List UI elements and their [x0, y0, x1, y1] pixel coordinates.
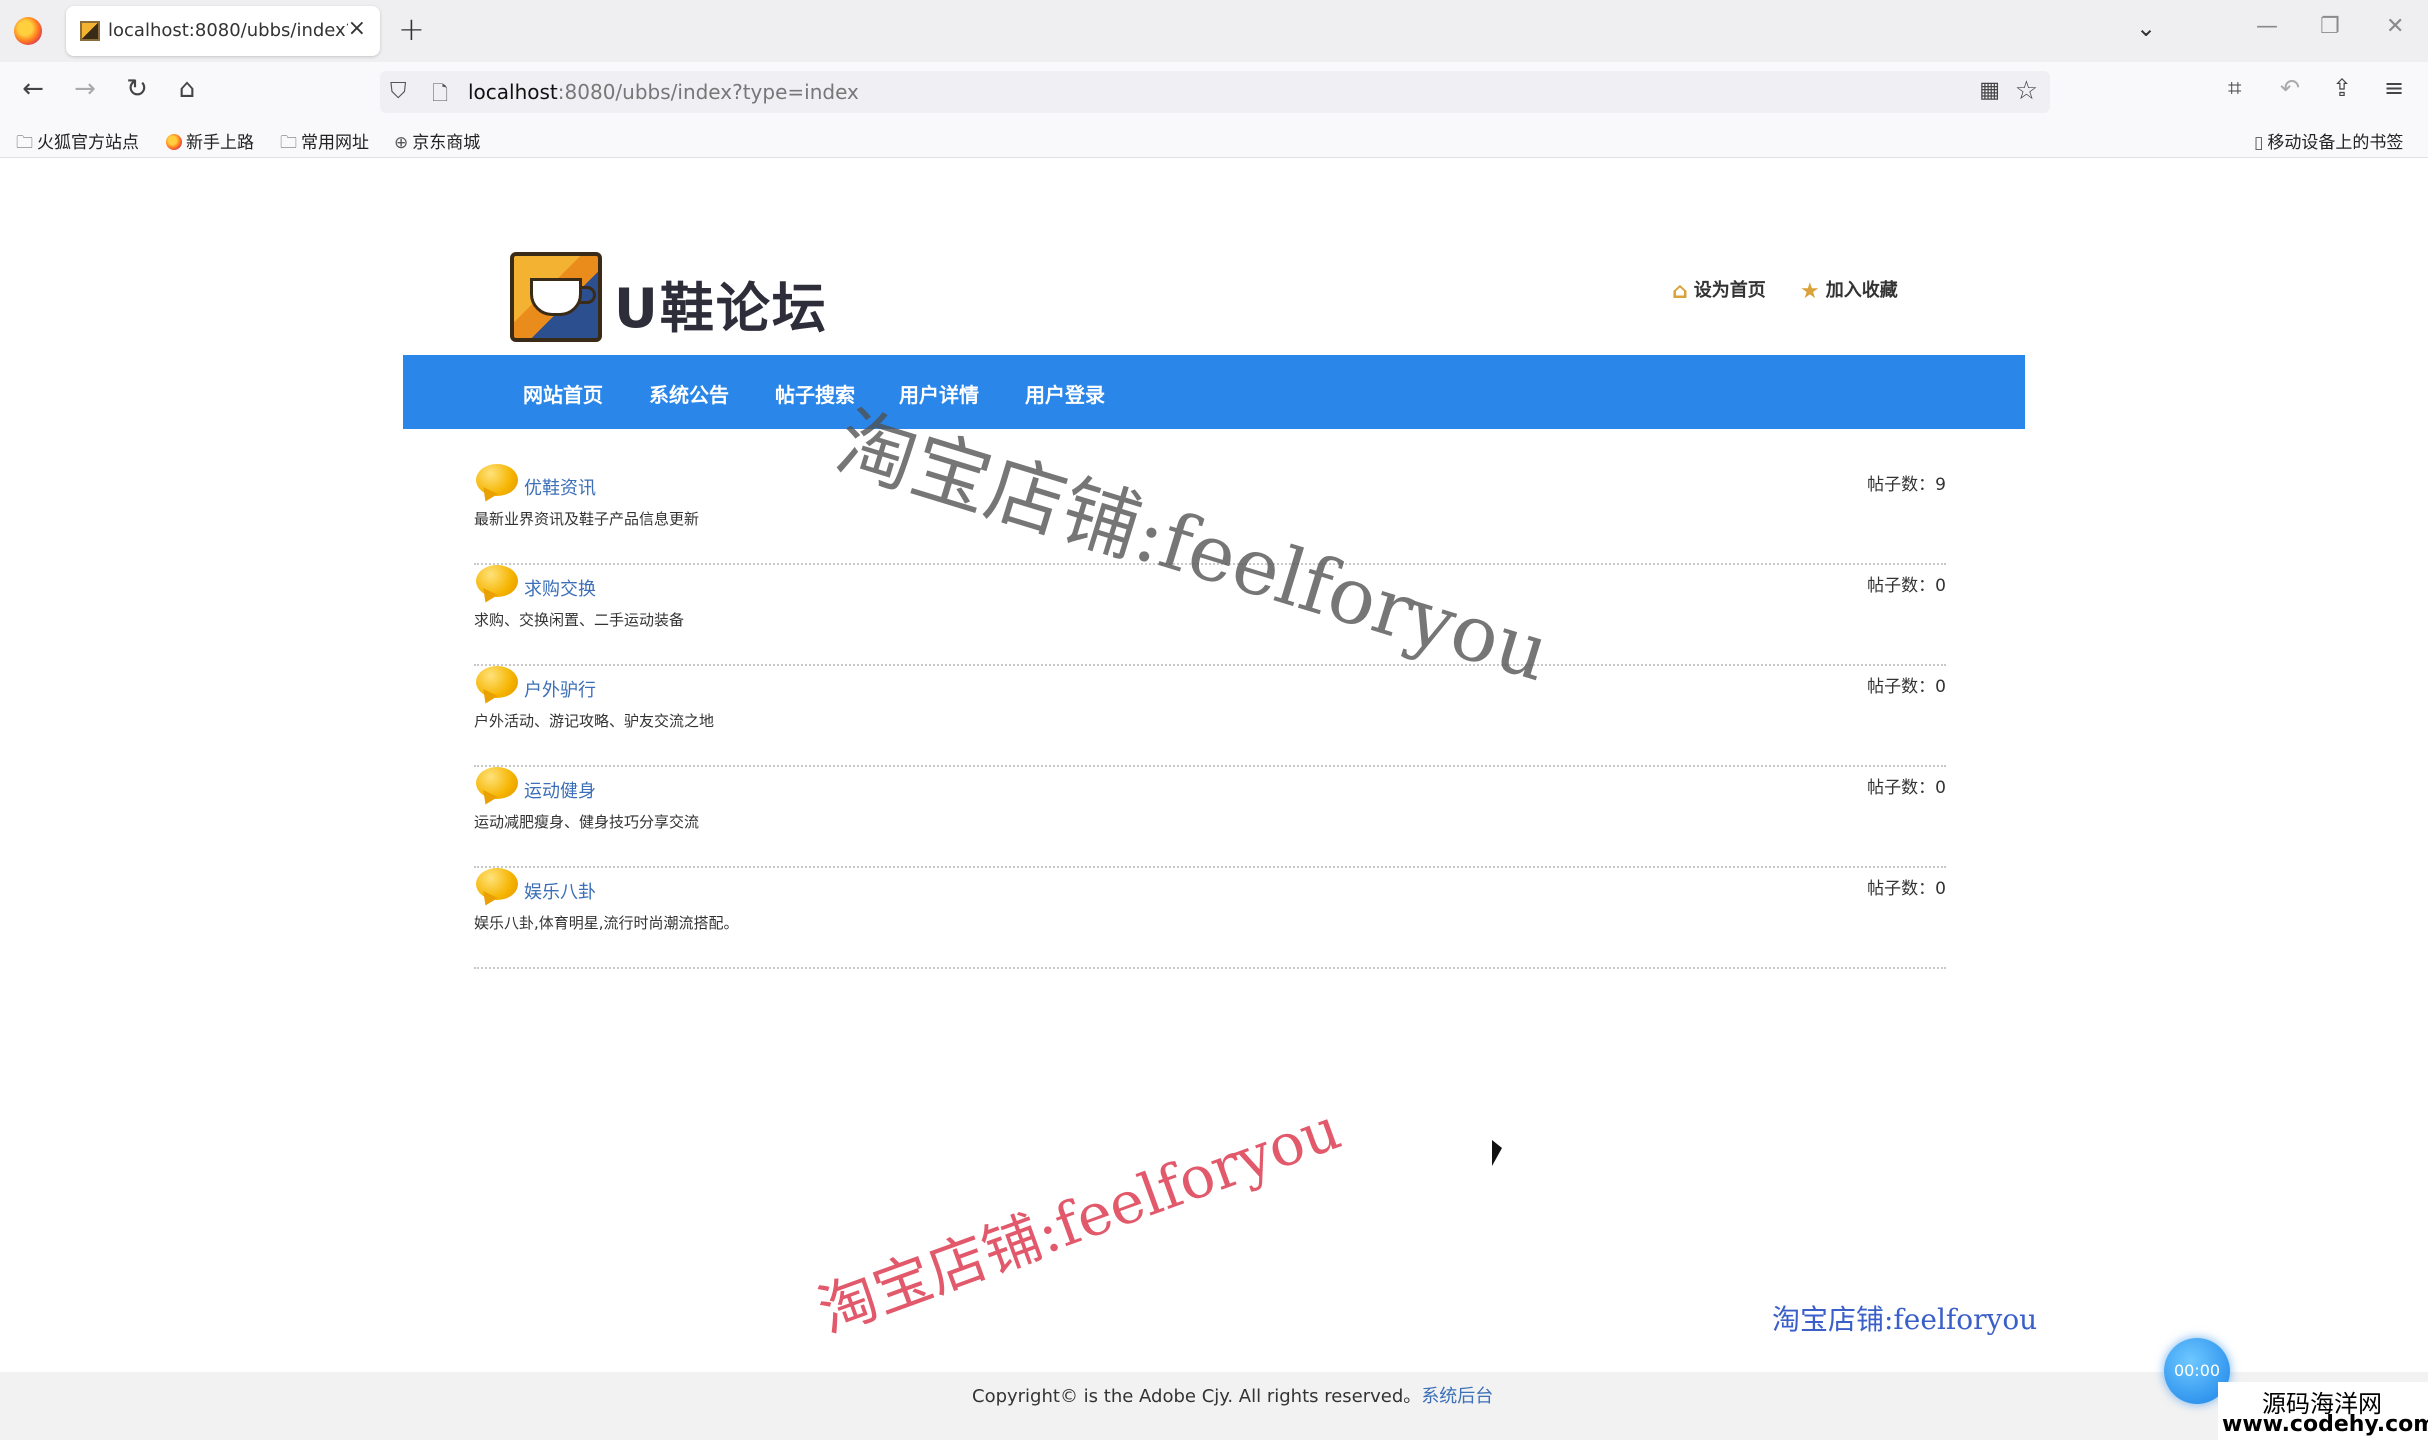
screenshot-icon[interactable]: ⌗ — [2228, 74, 2242, 102]
nav-user-login[interactable]: 用户登录 — [1025, 379, 1105, 408]
watermark-text: 淘宝店铺:feelforyou — [1772, 1303, 2038, 1336]
mobile-bookmarks[interactable]: ▯ 移动设备上的书签 — [2254, 128, 2403, 153]
bookmark-item[interactable]: 🗀 常用网址 — [280, 128, 369, 159]
forum-row: 户外驴行 户外活动、游记攻略、驴友交流之地 帖子数：0 — [474, 666, 1946, 767]
house-icon: ⌂ — [1672, 279, 1688, 304]
url-text[interactable]: localhost:8080/ubbs/index?type=index — [468, 80, 859, 104]
qr-code-icon[interactable]: ▦ — [1979, 78, 2000, 103]
star-icon: ★ — [1800, 279, 1820, 304]
add-favorite-link[interactable]: ★ 加入收藏 — [1800, 276, 1898, 304]
mouse-cursor-icon — [1492, 1140, 1502, 1166]
forum-link[interactable]: 娱乐八卦 — [524, 878, 596, 904]
browser-tab[interactable]: localhost:8080/ubbs/index?t × — [66, 6, 380, 56]
bookmark-item[interactable]: 🗀 火狐官方站点 — [16, 128, 139, 159]
coffee-cup-icon — [530, 278, 582, 316]
footer: Copyright© is the Adobe Cjy. All rights … — [0, 1372, 2428, 1440]
set-home-link[interactable]: ⌂ 设为首页 — [1672, 276, 1766, 304]
mobile-device-icon: ▯ — [2254, 133, 2264, 153]
post-count: 帖子数：9 — [1867, 475, 1946, 495]
forum-description: 运动减肥瘦身、健身技巧分享交流 — [474, 813, 700, 831]
bookmark-star-icon[interactable]: ☆ — [2015, 76, 2038, 106]
list-all-tabs-icon[interactable]: ⌄ — [2136, 14, 2156, 42]
cup-handle — [580, 286, 596, 304]
forum-description: 娱乐八卦,体育明星,流行时尚潮流搭配。 — [474, 914, 739, 932]
brand-url: www.codehy.com — [2222, 1412, 2428, 1437]
firefox-icon — [166, 134, 182, 150]
browser-nav-bar: ← → ↻ ⌂ ⛉ 🗋 localhost:8080/ubbs/index?ty… — [0, 62, 2428, 120]
bookmark-item[interactable]: 新手上路 — [166, 128, 254, 153]
page-info-icon[interactable]: 🗋 — [432, 79, 448, 113]
back-button[interactable]: ← — [16, 74, 50, 104]
folder-icon: 🗀 — [280, 133, 297, 153]
watermark-text: 淘宝店铺:feelforyou — [809, 1094, 1349, 1347]
shield-icon[interactable]: ⛉ — [390, 79, 407, 104]
firefox-logo-icon[interactable] — [14, 17, 42, 45]
forum-link[interactable]: 运动健身 — [524, 777, 596, 803]
restore-button[interactable]: ❐ — [2320, 14, 2340, 39]
forum-row: 运动健身 运动减肥瘦身、健身技巧分享交流 帖子数：0 — [474, 767, 1946, 868]
tab-close-icon[interactable]: × — [348, 16, 366, 41]
speech-bubble-icon — [474, 868, 520, 909]
folder-icon: 🗀 — [16, 133, 33, 153]
forum-description: 户外活动、游记攻略、驴友交流之地 — [474, 712, 715, 730]
forward-button[interactable]: → — [68, 74, 102, 104]
post-count: 帖子数：0 — [1867, 778, 1946, 798]
post-count: 帖子数：0 — [1867, 576, 1946, 596]
tab-title: localhost:8080/ubbs/index?t — [108, 20, 348, 41]
corner-brand: 源码海洋网 www.codehy.com — [2218, 1382, 2428, 1440]
undo-icon[interactable]: ↶ — [2280, 74, 2300, 102]
forum-link[interactable]: 求购交换 — [524, 575, 596, 601]
forum-link[interactable]: 优鞋资讯 — [524, 474, 596, 500]
home-button[interactable]: ⌂ — [170, 74, 204, 104]
bookmarks-toolbar: 🗀 火狐官方站点 新手上路 🗀 常用网址 ⊕ 京东商城 ▯ 移动设备上的书签 — [0, 120, 2428, 158]
window-close-button[interactable]: ✕ — [2386, 14, 2404, 39]
admin-link[interactable]: 系统后台 — [1421, 1386, 1493, 1407]
main-nav: 网站首页 系统公告 帖子搜索 用户详情 用户登录 — [403, 355, 2025, 429]
speech-bubble-icon — [474, 666, 520, 707]
nav-post-search[interactable]: 帖子搜索 — [775, 379, 855, 408]
site-title: U鞋论坛 — [614, 277, 828, 340]
nav-announcements[interactable]: 系统公告 — [649, 379, 729, 408]
extensions-icon[interactable]: ⇪ — [2332, 74, 2352, 102]
site-logo[interactable] — [510, 252, 602, 342]
address-bar[interactable]: ⛉ 🗋 localhost:8080/ubbs/index?type=index… — [380, 71, 2050, 113]
forum-link[interactable]: 户外驴行 — [524, 676, 596, 702]
post-count: 帖子数：0 — [1867, 677, 1946, 697]
copyright-text: Copyright© is the Adobe Cjy. All rights … — [972, 1386, 1494, 1407]
minimize-button[interactable]: — — [2256, 14, 2278, 39]
forum-description: 求购、交换闲置、二手运动装备 — [474, 611, 685, 629]
site-favicon-icon — [80, 21, 100, 41]
speech-bubble-icon — [474, 464, 520, 505]
globe-icon: ⊕ — [394, 133, 409, 153]
speech-bubble-icon — [474, 565, 520, 606]
post-count: 帖子数：0 — [1867, 879, 1946, 899]
speech-bubble-icon — [474, 767, 520, 808]
bookmark-item[interactable]: ⊕ 京东商城 — [394, 128, 480, 153]
forum-row: 娱乐八卦 娱乐八卦,体育明星,流行时尚潮流搭配。 帖子数：0 — [474, 868, 1946, 969]
nav-home[interactable]: 网站首页 — [523, 379, 603, 408]
forum-description: 最新业界资讯及鞋子产品信息更新 — [474, 510, 700, 528]
browser-tab-bar: localhost:8080/ubbs/index?t × + ⌄ — ❐ ✕ — [0, 0, 2428, 62]
menu-icon[interactable]: ≡ — [2384, 74, 2404, 102]
new-tab-button[interactable]: + — [398, 10, 425, 48]
reload-button[interactable]: ↻ — [120, 74, 154, 104]
